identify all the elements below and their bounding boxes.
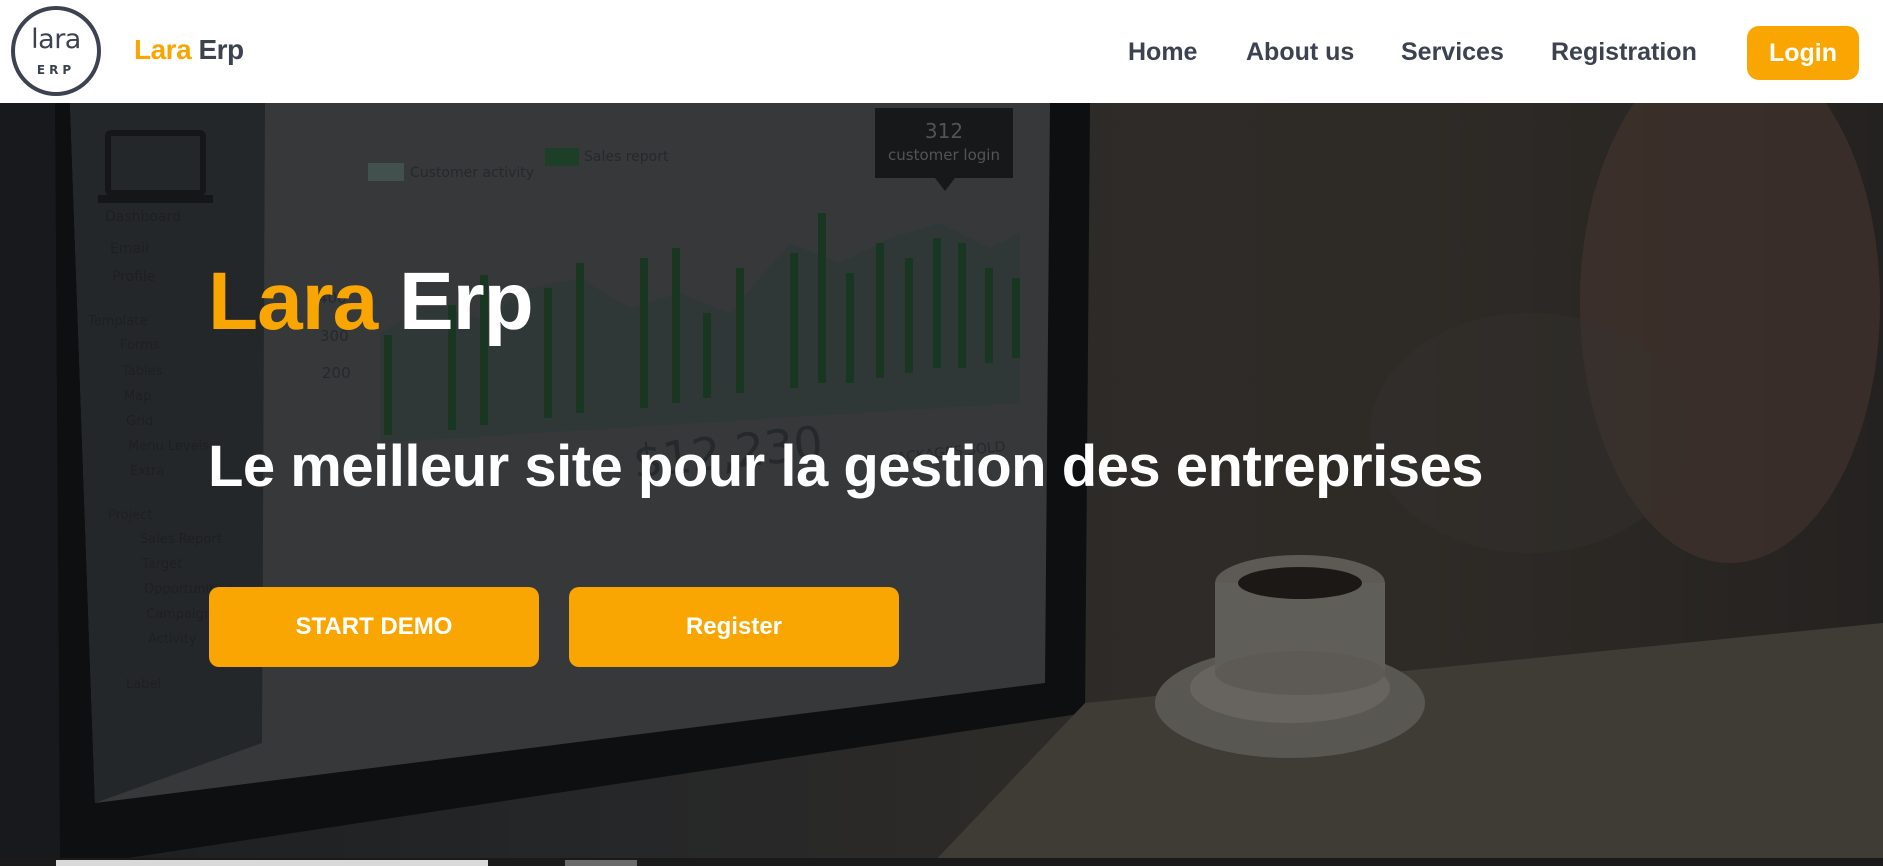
nav-registration[interactable]: Registration <box>1551 38 1697 67</box>
hero-title-part-1: Lara <box>208 256 378 347</box>
logo-word: lara <box>31 24 81 55</box>
nav-home[interactable]: Home <box>1128 38 1197 67</box>
nav-about-us[interactable]: About us <box>1246 38 1354 67</box>
scroll-indicator <box>56 860 488 866</box>
scroll-indicator-secondary <box>565 860 637 866</box>
logo-sub: ERP <box>36 63 76 77</box>
logo[interactable]: lara ERP <box>11 6 101 96</box>
brand-name[interactable]: Lara Erp <box>134 34 244 66</box>
hero-subtitle: Le meilleur site pour la gestion des ent… <box>208 434 1483 499</box>
hero-title-part-2: Erp <box>399 256 534 347</box>
hero-title: Lara Erp <box>208 261 534 343</box>
brand-part-1: Lara <box>134 34 192 65</box>
nav-services[interactable]: Services <box>1401 38 1504 67</box>
brand-part-2: Erp <box>198 34 244 65</box>
hero-section: Dashboard Email Profile Template Forms T… <box>0 103 1883 866</box>
login-button[interactable]: Login <box>1747 26 1859 80</box>
register-button[interactable]: Register <box>569 587 899 667</box>
top-navbar: lara ERP Lara Erp Home About us Services… <box>0 0 1883 103</box>
start-demo-button[interactable]: START DEMO <box>209 587 539 667</box>
